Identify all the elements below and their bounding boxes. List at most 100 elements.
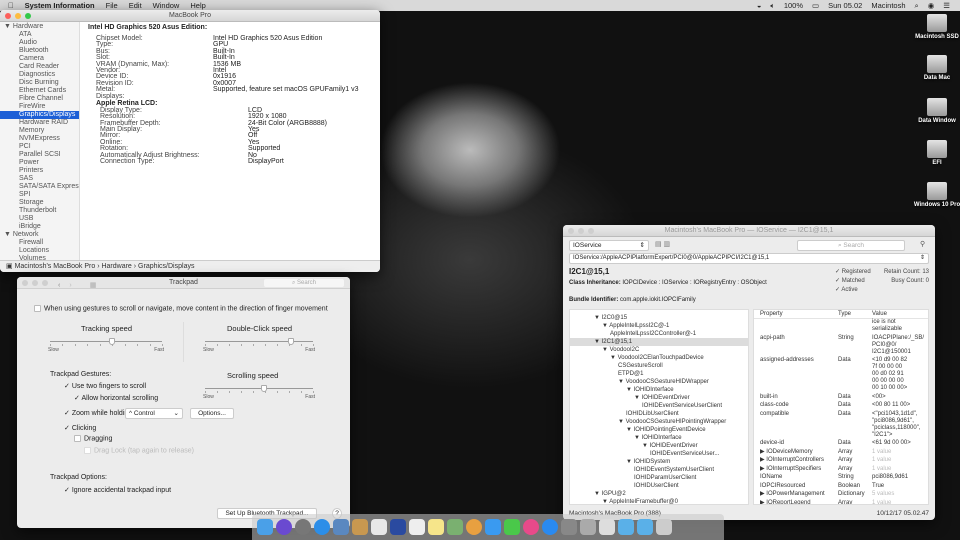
desktop-disk-icon[interactable]: EFI [912, 140, 960, 166]
tree-node[interactable]: ETPD@1 [570, 370, 748, 378]
zoom-button[interactable] [588, 228, 594, 234]
property-row[interactable]: assigned-addresses Data <10 d9 00 82 7f 00… [754, 357, 928, 392]
maps-icon[interactable] [447, 519, 463, 535]
volume-icon[interactable]: 🔈︎ [770, 1, 775, 11]
ignore-accidental-checkbox[interactable]: ✓ Ignore accidental trackpad input [64, 486, 171, 494]
sidebar-item[interactable]: Fibre Channel [0, 95, 79, 103]
property-row[interactable]: ▶ IOInterruptSpecifiers Array 1 value [754, 466, 928, 473]
script-editor-icon[interactable] [599, 519, 615, 535]
menu-app-name[interactable]: System Information [25, 1, 95, 10]
search-input[interactable]: ⌕ Search [797, 240, 905, 251]
tree-node[interactable]: ▼ IOHIDEventDriver [570, 394, 748, 402]
menu-edit[interactable]: Edit [129, 1, 142, 10]
menu-help[interactable]: Help [190, 1, 205, 10]
safari-icon[interactable] [314, 519, 330, 535]
battery-percent[interactable]: 100% [784, 1, 803, 10]
slider-knob[interactable] [108, 338, 115, 345]
tree-node[interactable]: ▼ IOHIDSystem [570, 458, 748, 466]
double-click-speed-slider[interactable]: Slow Fast [203, 338, 315, 353]
dragging-checkbox[interactable]: Dragging [74, 435, 112, 442]
search-input[interactable]: ⌕ Search [264, 279, 344, 287]
clock[interactable]: Sun 05.02 [828, 1, 862, 10]
tree-node[interactable]: CSGestureScroll [570, 362, 748, 370]
desktop-disk-icon[interactable]: Windows 10 Pro [912, 182, 960, 208]
property-row[interactable]: built-in Data <00> [754, 394, 928, 401]
trash-icon[interactable] [656, 519, 672, 535]
close-button[interactable] [22, 280, 28, 286]
sidebar-item[interactable]: PCI [0, 143, 79, 151]
sidebar-item[interactable]: Graphics/Displays [0, 111, 79, 119]
tree-node[interactable]: ▼ AppleIntelFramebuffer@0 [570, 498, 748, 504]
sidebar-item[interactable]: Bluetooth [0, 47, 79, 55]
close-button[interactable] [568, 228, 574, 234]
notification-center-icon[interactable]: ☰ [943, 1, 950, 10]
minimize-button[interactable] [15, 13, 21, 19]
tree-node[interactable]: AppleIntelLpssI2CController@-1 [570, 330, 748, 338]
sidebar-item[interactable]: Printers [0, 167, 79, 175]
menu-file[interactable]: File [106, 1, 118, 10]
disclosure-triangle-icon[interactable]: ▼ [4, 231, 13, 238]
property-row[interactable]: class-code Data <00 80 11 00> [754, 402, 928, 409]
view-mode-icons[interactable]: ▤ ▥ [655, 240, 670, 248]
back-icon[interactable]: ‹ [58, 280, 60, 292]
sidebar-item[interactable]: Firewall [0, 239, 79, 247]
sidebar-item[interactable]: Ethernet Cards [0, 87, 79, 95]
property-row[interactable]: IOName String pci8086,9d61 [754, 474, 928, 481]
stickies-icon[interactable] [428, 519, 444, 535]
siri-icon[interactable]: ◉ [928, 1, 935, 10]
sidebar-group[interactable]: ▼ Network [0, 231, 79, 239]
sidebar-item[interactable]: Memory [0, 127, 79, 135]
natural-scroll-checkbox[interactable]: When using gestures to scroll or navigat… [34, 305, 328, 312]
tree-node[interactable]: ▼ VoodooI2C [570, 346, 748, 354]
tracking-speed-slider[interactable]: Slow Fast [48, 338, 164, 353]
tree-node[interactable]: ▼ IOHIDPointingEventDevice [570, 426, 748, 434]
sidebar-item[interactable]: Thunderbolt [0, 207, 79, 215]
keynote-icon[interactable] [390, 519, 406, 535]
tree-node[interactable]: IOHIDUserClient [570, 482, 748, 490]
itunes-icon[interactable] [523, 519, 539, 535]
tree-node[interactable]: ▼ VoodooI2CElanTouchpadDevice [570, 354, 748, 362]
system-preferences-icon[interactable] [561, 519, 577, 535]
sidebar-item[interactable]: SPI [0, 191, 79, 199]
sidebar-item[interactable]: Power [0, 159, 79, 167]
path-select[interactable]: IOService:/AppleACPIPlatformExpert/PCI0@… [569, 253, 929, 264]
close-button[interactable] [5, 13, 11, 19]
inspector-icon[interactable]: ⚲ [920, 240, 925, 248]
sidebar-item[interactable]: iBridge [0, 223, 79, 231]
sidebar-item[interactable]: Card Reader [0, 63, 79, 71]
property-row[interactable]: device-id Data <61 9d 00 00> [754, 440, 928, 447]
sidebar-item[interactable]: Diagnostics [0, 71, 79, 79]
column-value[interactable]: Value [872, 310, 928, 318]
airdrop-icon[interactable] [580, 519, 596, 535]
finder-icon[interactable] [257, 519, 273, 535]
drag-lock-checkbox[interactable]: Drag Lock (tap again to release) [84, 447, 194, 454]
apple-menu-icon[interactable]:  [8, 1, 14, 10]
slider-knob[interactable] [261, 385, 268, 392]
tree-node[interactable]: IOHIDEventSystemUserClient [570, 466, 748, 474]
facetime-icon[interactable] [504, 519, 520, 535]
tree-node[interactable]: ▼ AppleIntelLpssI2C@-1 [570, 322, 748, 330]
tree-node[interactable]: IOHIDParamUserClient [570, 474, 748, 482]
slider-track[interactable] [50, 341, 162, 342]
folder-icon[interactable] [618, 519, 634, 535]
sidebar-item[interactable]: NVMExpress [0, 135, 79, 143]
sidebar-item[interactable]: Locations [0, 247, 79, 255]
tree-node[interactable]: IOHIDEventServiceUser... [570, 450, 748, 458]
sidebar-item[interactable]: Camera [0, 55, 79, 63]
zoom-modifier-select[interactable]: ^ Control ⌄ [125, 408, 183, 419]
forward-icon[interactable]: › [69, 280, 71, 292]
tree-node[interactable]: IOHIDLibUserClient [570, 410, 748, 418]
sidebar-item[interactable]: Hardware RAID [0, 119, 79, 127]
wifi-icon[interactable]: ◒ [757, 1, 762, 10]
calendar-icon[interactable] [371, 519, 387, 535]
tree-node[interactable]: ▼ I2C1@15,1 [570, 338, 748, 346]
tree-node[interactable]: IOHIDEventServiceUserClient [570, 402, 748, 410]
minimize-button[interactable] [578, 228, 584, 234]
siri-icon[interactable] [276, 519, 292, 535]
downloads-icon[interactable] [637, 519, 653, 535]
zoom-checkbox[interactable]: ✓ Zoom while holding [64, 409, 132, 417]
sidebar-item[interactable]: USB [0, 215, 79, 223]
spotlight-icon[interactable]: ⌕ [915, 1, 919, 11]
minimize-button[interactable] [32, 280, 38, 286]
desktop-disk-icon[interactable]: Data Window [912, 98, 960, 124]
